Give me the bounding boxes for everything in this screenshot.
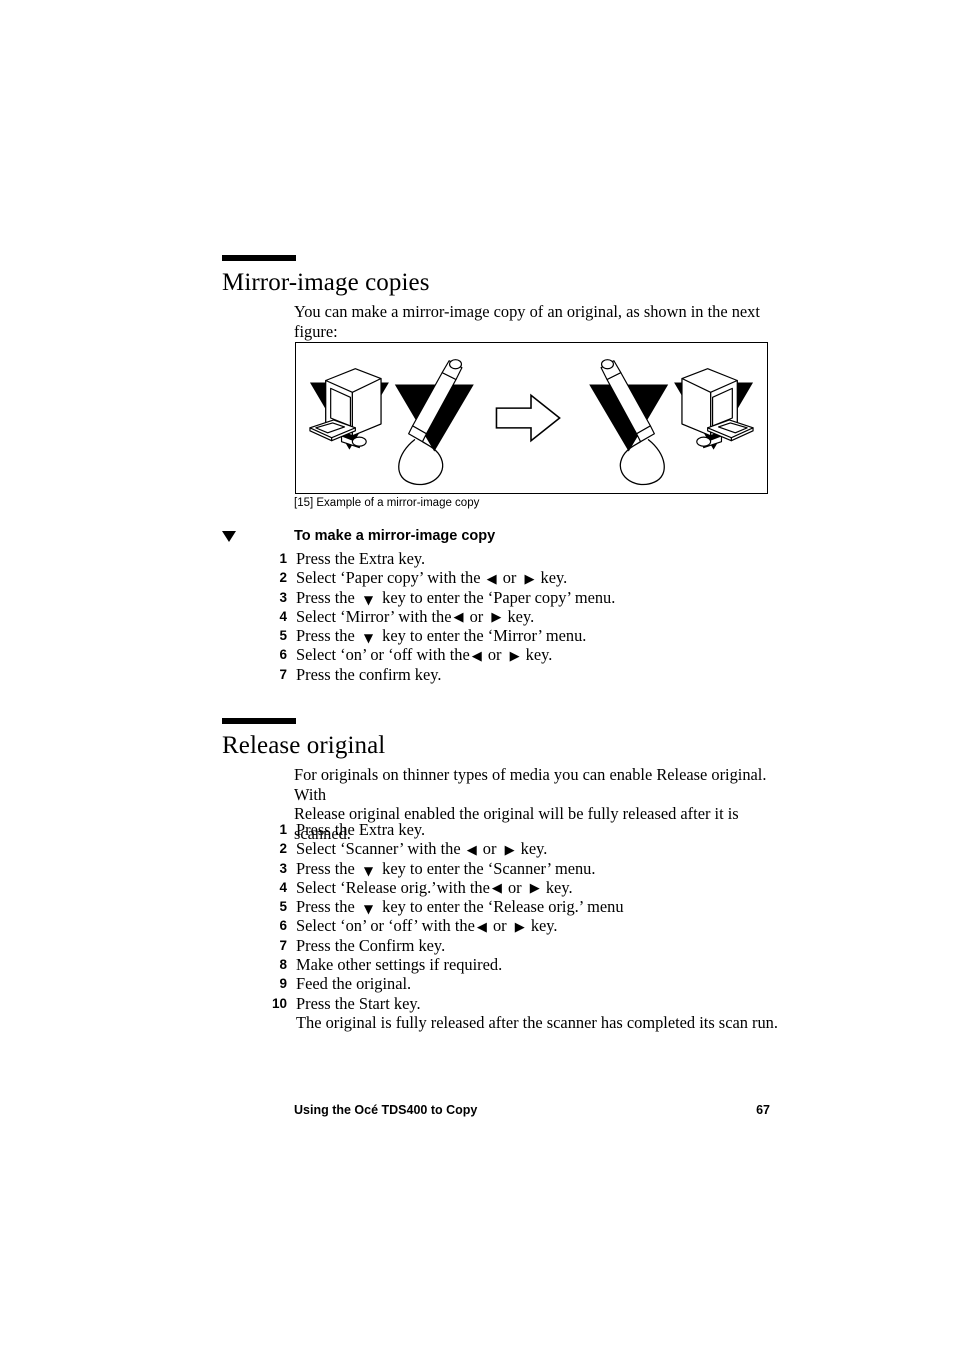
page-number: 67 — [756, 1103, 770, 1117]
heading-rule-bar — [222, 718, 296, 724]
step-text: Press the ▼ key to enter the ‘Scanner’ m… — [296, 858, 596, 878]
procedure-title-mirror: To make a mirror-image copy — [294, 528, 496, 544]
intro-paragraph-mirror: You can make a mirror-image copy of an o… — [294, 302, 774, 341]
step-number: 4 — [279, 879, 287, 895]
step-number: 9 — [279, 976, 287, 992]
section-heading-mirror-image-copies: Mirror-image copies — [222, 255, 430, 298]
step-text: Select ‘Scanner’ with the ◀ or ▶ key. — [296, 839, 548, 859]
page-title-secondary: Release original — [222, 732, 386, 759]
page-title: Mirror-image copies — [222, 269, 430, 296]
figure-original-group — [309, 368, 389, 450]
list-item: 9 Feed the original. — [270, 974, 778, 993]
footer-title: Using the Océ TDS400 to Copy — [294, 1103, 478, 1117]
list-item: 4 Select ‘Release orig.’with the ◀ or ▶ k… — [270, 878, 778, 897]
triangle-down-icon — [222, 531, 236, 542]
step-number: 1 — [279, 551, 287, 566]
step-text: Press the Extra key. — [296, 820, 426, 839]
figure-plug-group — [394, 359, 474, 486]
figure-transform-arrow — [495, 393, 561, 443]
list-item: 5 Press the ▼ key to enter the ‘Mirror’ … — [270, 626, 615, 645]
steps-list-mirror: 1 Press the Extra key. 2 Select ‘Paper c… — [270, 549, 615, 684]
step-text: Select ‘on’ or ‘off with the ◀ or ▶ key. — [296, 645, 553, 665]
right-arrow-key-icon: ▶ — [504, 842, 515, 858]
step-number: 4 — [279, 608, 287, 624]
step-text: Select ‘Release orig.’with the ◀ or ▶ key… — [296, 877, 573, 897]
left-arrow-key-icon: ◀ — [453, 610, 464, 626]
steps-list-release: 1 Press the Extra key. 2 Select ‘Scanner… — [270, 820, 778, 1032]
list-item: 6 Select ‘on’ or ‘off with the ◀ or ▶ key… — [270, 645, 615, 664]
step-number: 7 — [279, 937, 287, 953]
down-arrow-key-icon: ▼ — [363, 902, 374, 917]
list-item: 3 Press the ▼ key to enter the ‘Paper co… — [270, 588, 615, 607]
step-text: Press the ▼ key to enter the ‘Release or… — [296, 897, 624, 917]
step-text: Feed the original. — [296, 974, 412, 994]
list-item: 6 Select ‘on’ or ‘off’ with the ◀ or ▶ ke… — [270, 916, 778, 935]
right-arrow-key-icon: ▶ — [524, 571, 535, 587]
figure-illustration: Example of a mirror-image copy: original… — [309, 359, 754, 486]
list-item: 2 Select ‘Paper copy’ with the ◀ or ▶ ke… — [270, 568, 615, 587]
right-arrow-key-icon: ▶ — [491, 610, 502, 626]
right-arrow-key-icon: ▶ — [509, 648, 520, 664]
step-text: Select ‘Mirror’ with the ◀ or ▶ key. — [296, 606, 535, 626]
step-number: 6 — [279, 647, 287, 663]
intro-text-mirror: You can make a mirror-image copy of an o… — [294, 302, 760, 341]
step-text: Press the ▼ key to enter the ‘Paper copy… — [296, 587, 616, 607]
step-number: 6 — [279, 918, 287, 934]
page-footer: Using the Océ TDS400 to Copy 67 — [294, 1103, 770, 1117]
figure-mirror-image-example: Example of a mirror-image copy: original… — [295, 342, 768, 494]
list-item: 8 Make other settings if required. — [270, 955, 778, 974]
list-item: 1 Press the Extra key. — [270, 820, 778, 839]
step-number: 2 — [279, 570, 287, 586]
heading-rule-bar — [222, 255, 296, 261]
step-text: Select ‘Paper copy’ with the ◀ or ▶ key. — [296, 568, 568, 588]
list-item: 2 Select ‘Scanner’ with the ◀ or ▶ key. — [270, 839, 778, 858]
step-number: 10 — [271, 995, 287, 1011]
list-item: 1 Press the Extra key. — [270, 549, 615, 568]
step-text: Select ‘on’ or ‘off’ with the ◀ or ▶ key. — [296, 916, 558, 936]
list-item: 7 Press the Confirm key. — [270, 936, 778, 955]
left-arrow-key-icon: ◀ — [476, 919, 487, 935]
list-item: 5 Press the ▼ key to enter the ‘Release … — [270, 897, 778, 916]
down-arrow-key-icon: ▼ — [363, 592, 374, 607]
step-text: Press the ▼ key to enter the ‘Mirror’ me… — [296, 626, 587, 646]
section-heading-release-original: Release original — [222, 718, 385, 761]
list-item: 3 Press the ▼ key to enter the ‘Scanner’… — [270, 859, 778, 878]
step-number: 8 — [279, 957, 287, 973]
step-number: 5 — [279, 628, 287, 644]
left-arrow-key-icon: ◀ — [486, 571, 497, 587]
step-number: 5 — [279, 899, 287, 915]
list-item: 4 Select ‘Mirror’ with the ◀ or ▶ key. — [270, 607, 615, 626]
step-text: Make other settings if required. — [296, 955, 503, 975]
step-number: 3 — [279, 589, 287, 605]
step-number: 2 — [279, 841, 287, 857]
step-number: 7 — [279, 666, 287, 682]
right-arrow-key-icon: ▶ — [514, 919, 525, 935]
steps-trailing-note: The original is fully released after the… — [296, 1012, 778, 1032]
document-page: Mirror-image copies You can make a mirro… — [0, 0, 954, 1351]
down-arrow-key-icon: ▼ — [363, 863, 374, 878]
figure-mirrored-group — [589, 359, 754, 486]
figure-caption: [15] Example of a mirror-image copy — [294, 497, 480, 509]
step-text: Press the Start key. — [296, 993, 421, 1013]
list-item: 7 Press the confirm key. — [270, 665, 615, 684]
right-arrow-key-icon: ▶ — [529, 881, 540, 897]
left-arrow-key-icon: ◀ — [491, 881, 502, 897]
step-text: Press the confirm key. — [296, 664, 442, 684]
step-number: 1 — [279, 822, 287, 837]
down-arrow-key-icon: ▼ — [363, 631, 374, 646]
step-text: Press the Extra key. — [296, 549, 426, 568]
intro-text-release-line1: For originals on thinner types of media … — [294, 765, 767, 804]
left-arrow-key-icon: ◀ — [466, 842, 477, 858]
step-text: Press the Confirm key. — [296, 935, 446, 955]
step-number: 3 — [279, 860, 287, 876]
left-arrow-key-icon: ◀ — [471, 648, 482, 664]
procedure-heading-mirror: To make a mirror-image copy — [222, 528, 782, 548]
list-item: 10 Press the Start key. — [270, 994, 778, 1013]
